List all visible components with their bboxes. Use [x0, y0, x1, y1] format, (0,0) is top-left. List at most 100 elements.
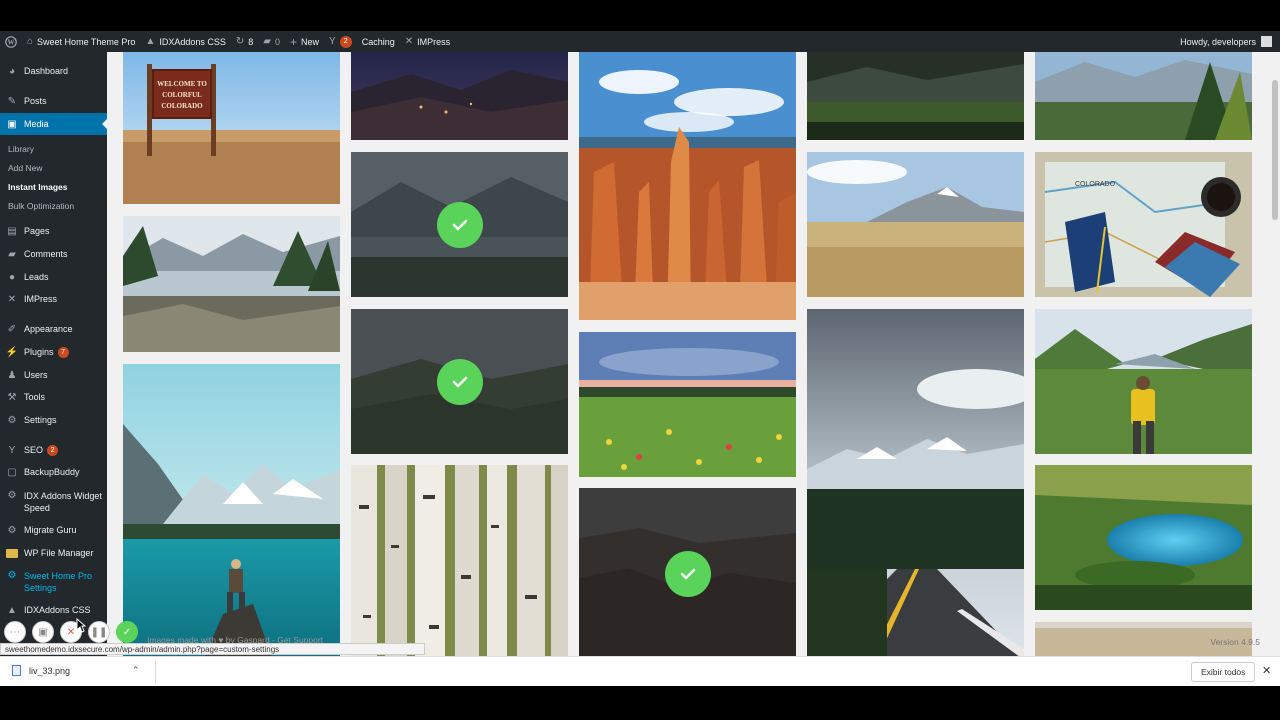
checkmark-icon: ✓ — [122, 626, 132, 638]
wrench-icon: ⚒ — [7, 392, 17, 403]
floating-toolbar: ⋯ ▣ ✕ ❚❚ ✓ — [4, 621, 138, 643]
image-moraine-lake-hiker[interactable] — [123, 364, 340, 660]
menu-label: SEO — [24, 445, 44, 455]
menu-idxaddons-css[interactable]: ▲ IDXAddons CSS — [0, 605, 107, 616]
menu-label: Sweet Home Pro Settings — [24, 571, 93, 593]
menu-pages[interactable]: ▤ Pages — [0, 226, 107, 237]
download-bar: liv_33.png ⌃ Exibir todos ✕ — [0, 656, 1280, 686]
menu-migrate-guru[interactable]: ⚙ Migrate Guru — [0, 525, 107, 536]
folder-icon — [5, 548, 19, 561]
comments-link[interactable]: ▰ 0 — [258, 31, 285, 52]
image-bryce-canyon-hoodoos[interactable] — [579, 52, 796, 320]
yoast-seo-link[interactable]: Y 2 — [324, 31, 357, 52]
image-hiker-valley[interactable] — [1035, 309, 1252, 454]
download-item[interactable]: liv_33.png — [12, 665, 70, 676]
checkmark-icon — [436, 358, 483, 405]
yoast-icon: Y — [329, 36, 336, 47]
menu-plugins[interactable]: ⚡ Plugins 7 — [0, 347, 107, 358]
menu-label: IDX Addons Widget Speed — [23, 491, 102, 513]
impress-link[interactable]: ✕ IMPress — [400, 31, 455, 52]
image-wildflower-meadow[interactable] — [579, 332, 796, 477]
menu-appearance[interactable]: ✐ Appearance — [0, 324, 107, 335]
menu-label: Leads — [24, 272, 49, 282]
impress-label: IMPress — [417, 36, 451, 47]
image-mountain-forest-pines[interactable] — [1035, 52, 1252, 140]
close-icon: ✕ — [66, 626, 76, 638]
image-colorado-welcome-sign[interactable]: WELCOME TO COLORFUL COLORADO — [123, 52, 340, 204]
pin-icon: ✎ — [7, 96, 17, 107]
menu-label: Pages — [24, 226, 50, 236]
caching-link[interactable]: Caching — [357, 31, 400, 52]
image-colorado-map-journal[interactable]: COLORADO — [1035, 152, 1252, 297]
more-button[interactable]: ⋯ — [4, 621, 26, 643]
impress-icon: ✕ — [7, 294, 17, 305]
bank-icon: ▲ — [145, 36, 156, 47]
wordpress-logo-menu[interactable]: W — [0, 31, 22, 52]
site-name: Sweet Home Theme Pro — [37, 36, 136, 47]
image-mountain-lake-selected[interactable] — [351, 152, 568, 297]
confirm-button[interactable]: ✓ — [116, 621, 138, 643]
checkmark-icon — [436, 201, 483, 248]
svg-text:W: W — [8, 38, 15, 46]
image-alpine-blue-lake[interactable] — [1035, 465, 1252, 610]
site-name-link[interactable]: ⌂ Sweet Home Theme Pro — [22, 31, 140, 52]
submenu-bulk-optimization[interactable]: Bulk Optimization — [8, 201, 74, 211]
show-all-button[interactable]: Exibir todos — [1191, 662, 1256, 682]
yoast-icon: Y — [8, 445, 16, 456]
pause-button[interactable]: ❚❚ — [88, 621, 110, 643]
image-mountain-meadow-grass[interactable] — [807, 152, 1024, 297]
menu-tools[interactable]: ⚒ Tools — [0, 392, 107, 403]
idx-addons-link[interactable]: ▲ IDXAddons CSS — [140, 31, 230, 52]
menu-label: IMPress — [24, 294, 58, 304]
menu-wp-file-manager[interactable]: WP File Manager — [0, 548, 107, 561]
new-content-link[interactable]: + New — [285, 31, 324, 52]
page-scrollbar[interactable] — [1270, 52, 1280, 660]
chevron-up-icon[interactable]: ⌃ — [132, 665, 140, 676]
menu-leads[interactable]: ● Leads — [0, 272, 107, 283]
plus-icon: + — [290, 34, 298, 49]
refresh-icon: ↻ — [235, 36, 245, 47]
menu-label: Settings — [24, 415, 57, 425]
camera-button[interactable]: ▣ — [32, 621, 54, 643]
menu-users[interactable]: ♟ Users — [0, 370, 107, 381]
checkmark-icon — [664, 551, 711, 597]
image-night-valley[interactable] — [351, 52, 568, 140]
menu-media[interactable]: ▣ Media — [0, 113, 107, 135]
menu-impress[interactable]: ✕ IMPress — [0, 294, 107, 305]
submenu-add-new[interactable]: Add New — [8, 163, 43, 173]
menu-seo[interactable]: Y SEO 2 — [0, 445, 107, 456]
menu-sweet-home-settings[interactable]: ⚙ Sweet Home Pro Settings — [0, 570, 107, 594]
close-icon[interactable]: ✕ — [1262, 664, 1271, 677]
new-label: New — [301, 36, 320, 47]
menu-settings[interactable]: ⚙ Settings — [0, 415, 107, 426]
svg-text:COLORADO: COLORADO — [1075, 181, 1116, 188]
image-hills-selected[interactable] — [351, 309, 568, 454]
my-account-link[interactable]: Howdy, developers — [1180, 36, 1280, 47]
pause-icon: ❚❚ — [90, 626, 108, 638]
mouse-cursor-icon — [76, 618, 86, 633]
menu-backupbuddy[interactable]: ▢ BackupBuddy — [0, 467, 107, 478]
scrollbar-thumb[interactable] — [1272, 80, 1278, 220]
divider — [155, 661, 156, 683]
image-mountain-lake-pines[interactable] — [123, 216, 340, 352]
users-icon: ● — [8, 272, 16, 283]
menu-label: Comments — [24, 249, 68, 259]
menu-idx-widget-speed[interactable]: ⚙ IDX Addons Widget Speed — [0, 490, 107, 514]
submenu-instant-images[interactable]: Instant Images — [8, 182, 68, 192]
image-dark-forest-meadow[interactable] — [807, 52, 1024, 140]
wordpress-screen: W ⌂ Sweet Home Theme Pro ▲ IDXAddons CSS… — [0, 31, 1280, 686]
menu-comments[interactable]: ▰ Comments — [0, 249, 107, 260]
submenu-library[interactable]: Library — [8, 144, 34, 154]
menu-posts[interactable]: ✎ Posts — [0, 96, 107, 107]
menu-dashboard[interactable]: ◕ Dashboard — [0, 66, 107, 77]
pages-icon: ▤ — [7, 226, 17, 237]
howdy-text: Howdy, developers — [1180, 36, 1256, 47]
avatar — [1261, 36, 1272, 47]
updates-link[interactable]: ↻ 8 — [231, 31, 258, 52]
svg-text:COLORADO: COLORADO — [161, 102, 203, 110]
dots-icon: ⋯ — [10, 626, 20, 638]
image-storm-clouds-road[interactable] — [807, 309, 1024, 660]
plug-icon: ⚡ — [5, 347, 19, 358]
seo-badge: 2 — [47, 445, 59, 456]
backup-icon: ▢ — [7, 467, 17, 478]
